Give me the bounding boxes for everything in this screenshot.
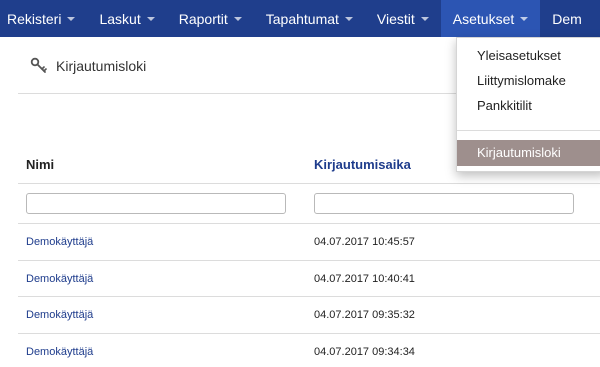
key-icon <box>30 57 47 73</box>
nav-item-label: Dem <box>552 10 582 27</box>
nav-item-tapahtumat[interactable]: Tapahtumat <box>254 0 365 37</box>
nav-item-demo[interactable]: Dem <box>540 0 594 37</box>
page-title: Kirjautumisloki <box>56 57 147 74</box>
nav-item-rekisteri[interactable]: Rekisteri <box>0 0 87 37</box>
login-time-filter-input[interactable] <box>314 193 574 214</box>
nav-item-label: Rekisteri <box>7 10 62 27</box>
user-link[interactable]: Demokäyttäjä <box>26 273 93 285</box>
menu-item-bank-accounts[interactable]: Pankkitilit <box>477 98 532 113</box>
caret-down-icon <box>344 16 353 21</box>
table-row: Demokäyttäjä 04.07.2017 10:45:57 <box>18 224 600 261</box>
nav-item-label: Asetukset <box>452 10 515 27</box>
nav-item-raportit[interactable]: Raportit <box>167 0 254 37</box>
menu-divider <box>457 130 600 131</box>
nav-item-label: Raportit <box>178 10 228 27</box>
caret-down-icon <box>146 16 155 21</box>
nav-item-label: Laskut <box>99 10 141 27</box>
nav-item-viestit[interactable]: Viestit <box>365 0 441 37</box>
menu-item-general-settings[interactable]: Yleisasetukset <box>477 48 561 63</box>
login-log-table: Nimi Kirjautumisaika Demokäyttäjä 04.07.… <box>18 146 600 367</box>
table-row: Demokäyttäjä 04.07.2017 09:35:32 <box>18 297 600 334</box>
menu-item-label: Kirjautumisloki <box>477 145 561 160</box>
settings-dropdown-menu: Yleisasetukset Liittymislomake Pankkitil… <box>456 37 600 172</box>
nav-item-label: Tapahtumat <box>265 10 339 27</box>
column-header-name[interactable]: Nimi <box>26 157 54 172</box>
login-time: 04.07.2017 10:45:57 <box>314 236 415 248</box>
top-navbar: Rekisteri Laskut Raportit Tapahtumat Vie… <box>0 0 600 37</box>
caret-down-icon <box>420 16 429 21</box>
caret-down-icon <box>233 16 242 21</box>
column-header-login-time[interactable]: Kirjautumisaika <box>314 157 411 172</box>
table-row: Demokäyttäjä 04.07.2017 10:40:41 <box>18 261 600 297</box>
menu-item-signup-form[interactable]: Liittymislomake <box>477 73 566 88</box>
caret-down-icon <box>520 16 529 21</box>
caret-down-icon <box>67 16 76 21</box>
name-filter-input[interactable] <box>26 193 286 214</box>
nav-item-asetukset[interactable]: Asetukset <box>440 0 541 37</box>
user-link[interactable]: Demokäyttäjä <box>26 346 93 358</box>
nav-item-label: Viestit <box>376 10 415 27</box>
menu-item-login-log[interactable]: Kirjautumisloki <box>457 140 600 166</box>
login-time: 04.07.2017 09:34:34 <box>314 345 415 358</box>
login-time: 04.07.2017 09:35:32 <box>314 309 415 321</box>
user-link[interactable]: Demokäyttäjä <box>26 236 93 248</box>
table-row: Demokäyttäjä 04.07.2017 09:34:34 <box>18 334 600 367</box>
nav-item-laskut[interactable]: Laskut <box>87 0 166 37</box>
filter-row <box>18 184 600 224</box>
user-link[interactable]: Demokäyttäjä <box>26 309 93 321</box>
login-time: 04.07.2017 10:40:41 <box>314 272 415 285</box>
